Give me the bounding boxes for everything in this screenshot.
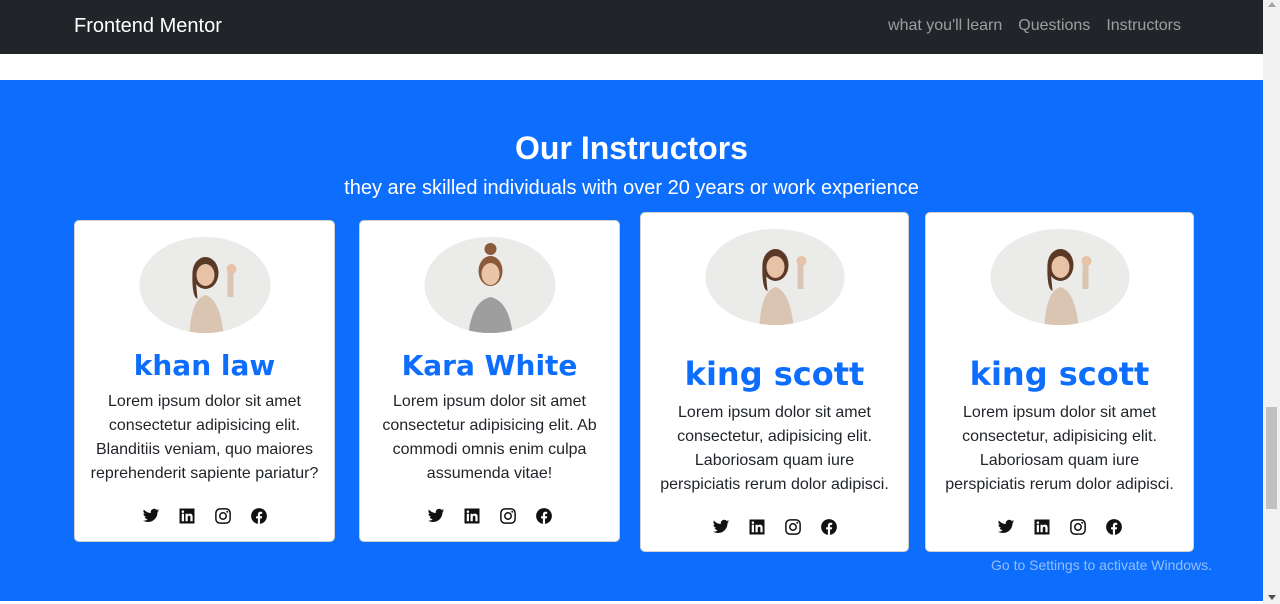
activate-windows-title: Activate Windows bbox=[991, 532, 1134, 552]
facebook-icon[interactable] bbox=[535, 507, 553, 525]
instructor-card: khan law Lorem ipsum dolor sit amet cons… bbox=[74, 220, 335, 542]
instructor-photo bbox=[990, 229, 1129, 325]
instructor-photo bbox=[139, 237, 270, 333]
linkedin-icon[interactable] bbox=[178, 507, 196, 525]
instructor-name: Kara White bbox=[401, 349, 578, 382]
facebook-icon[interactable] bbox=[820, 518, 838, 536]
linkedin-icon[interactable] bbox=[748, 518, 766, 536]
instructor-card: king scott Lorem ipsum dolor sit amet co… bbox=[640, 212, 909, 552]
instagram-icon[interactable] bbox=[499, 507, 517, 525]
scrollbar-thumb[interactable] bbox=[1266, 407, 1277, 509]
instructor-name: king scott bbox=[969, 355, 1150, 393]
instructor-name: khan law bbox=[133, 349, 276, 382]
facebook-icon[interactable] bbox=[250, 507, 268, 525]
nav-link-instructors[interactable]: Instructors bbox=[1106, 17, 1181, 35]
social-links bbox=[75, 507, 334, 525]
social-links bbox=[360, 507, 619, 525]
instructor-bio: Lorem ipsum dolor sit amet consectetur, … bbox=[660, 404, 889, 493]
section-subtitle: they are skilled individuals with over 2… bbox=[344, 177, 919, 199]
linkedin-icon[interactable] bbox=[463, 507, 481, 525]
vertical-scrollbar[interactable] bbox=[1263, 0, 1280, 604]
instructor-photo bbox=[705, 229, 844, 325]
instructor-photo bbox=[424, 237, 555, 333]
instructor-card: king scott Lorem ipsum dolor sit amet co… bbox=[925, 212, 1194, 552]
instructor-bio: Lorem ipsum dolor sit amet consectetur, … bbox=[945, 404, 1174, 493]
nav-link-learn[interactable]: what you'll learn bbox=[888, 17, 1002, 35]
instagram-icon[interactable] bbox=[784, 518, 802, 536]
social-links bbox=[641, 518, 908, 536]
top-navbar: Frontend Mentor what you'll learn Questi… bbox=[0, 0, 1263, 54]
scroll-up-arrow-icon[interactable] bbox=[1268, 2, 1276, 7]
instagram-icon[interactable] bbox=[214, 507, 232, 525]
twitter-icon[interactable] bbox=[427, 507, 445, 525]
twitter-icon[interactable] bbox=[712, 518, 730, 536]
nav-link-questions[interactable]: Questions bbox=[1018, 17, 1090, 35]
instructor-name: king scott bbox=[684, 355, 865, 393]
scroll-down-arrow-icon[interactable] bbox=[1268, 595, 1276, 600]
section-title: Our Instructors bbox=[515, 130, 748, 166]
brand-link[interactable]: Frontend Mentor bbox=[74, 15, 222, 38]
instructor-bio: Lorem ipsum dolor sit amet consectetur a… bbox=[90, 393, 319, 482]
activate-windows-subtitle: Go to Settings to activate Windows. bbox=[991, 557, 1212, 573]
nav-links: what you'll learn Questions Instructors bbox=[888, 17, 1181, 35]
twitter-icon[interactable] bbox=[142, 507, 160, 525]
instructor-bio: Lorem ipsum dolor sit amet consectetur a… bbox=[382, 393, 597, 482]
instructor-card: Kara White Lorem ipsum dolor sit amet co… bbox=[359, 220, 620, 542]
